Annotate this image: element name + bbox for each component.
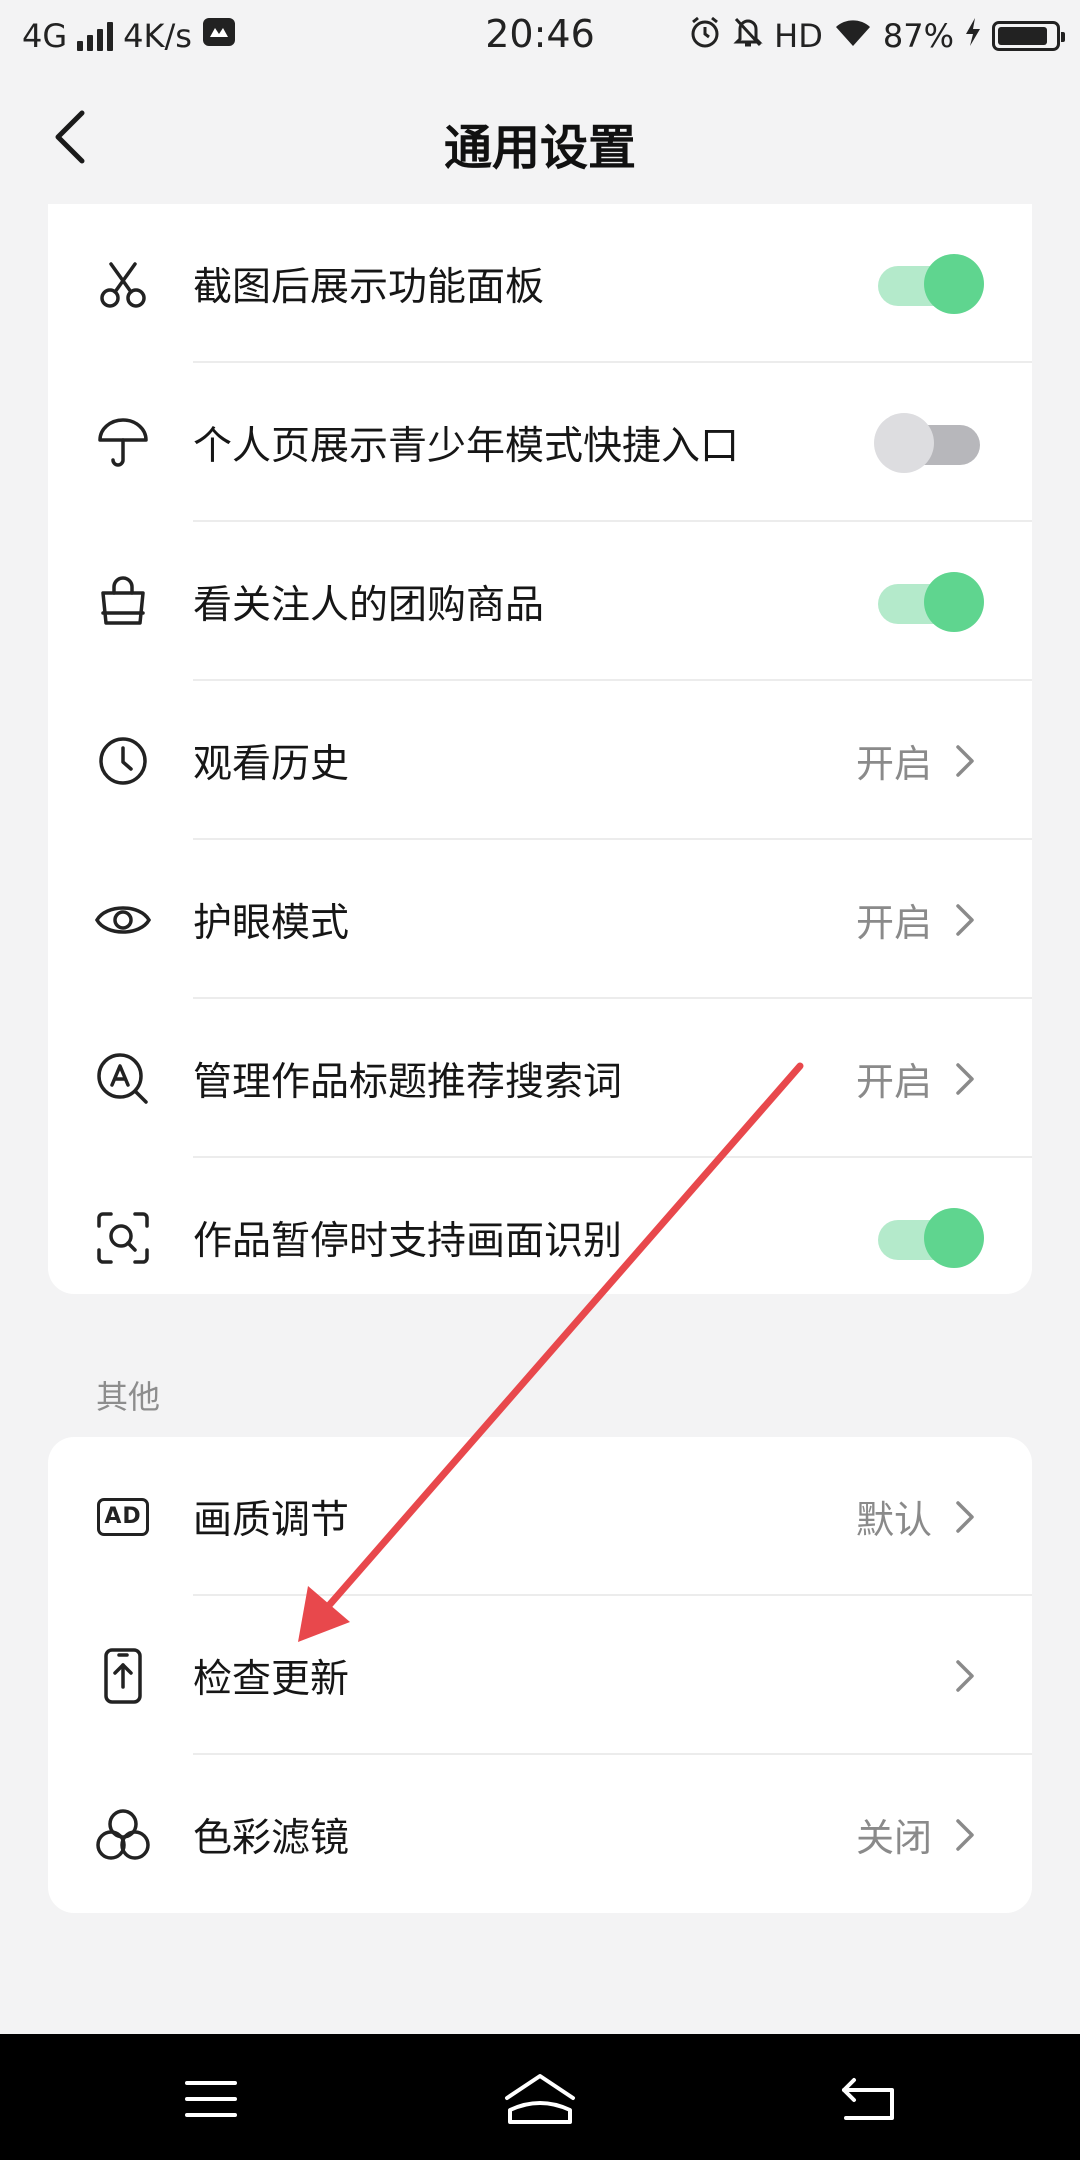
setting-row-screenshot-panel: 截图后展示功能面板 bbox=[48, 204, 1032, 363]
chevron-right-icon bbox=[952, 1817, 978, 1853]
chevron-right-icon bbox=[952, 1061, 978, 1097]
setting-value-group: 默认 bbox=[856, 1489, 978, 1544]
shopping-bag-icon bbox=[94, 573, 152, 631]
other-settings-card: AD 画质调节 默认 检查更新 色彩滤镜 关闭 bbox=[48, 1437, 1032, 1913]
chevron-right-icon bbox=[952, 1499, 978, 1535]
setting-label: 检查更新 bbox=[193, 1656, 350, 1702]
setting-row-teen-mode: 个人页展示青少年模式快捷入口 bbox=[48, 363, 1032, 522]
setting-label: 色彩滤镜 bbox=[193, 1815, 350, 1861]
bell-off-icon bbox=[732, 15, 764, 57]
setting-row-check-update[interactable]: 检查更新 bbox=[48, 1596, 1032, 1755]
setting-value-group bbox=[952, 1658, 978, 1694]
general-settings-card: 截图后展示功能面板 个人页展示青少年模式快捷入口 看关注人的团购商品 观看历史 … bbox=[48, 204, 1032, 1294]
setting-label: 作品暂停时支持画面识别 bbox=[193, 1218, 623, 1264]
status-bar: 4G 4K/s 20:46 HD 87% bbox=[0, 0, 1080, 72]
toggle-knob bbox=[924, 1207, 984, 1268]
setting-value-group: 关闭 bbox=[856, 1807, 978, 1862]
setting-row-eye-care[interactable]: 护眼模式 开启 bbox=[48, 840, 1032, 999]
hd-label: HD bbox=[774, 17, 823, 55]
toggle-knob bbox=[874, 412, 934, 473]
back-nav-icon bbox=[842, 2078, 894, 2120]
charging-icon bbox=[964, 17, 982, 55]
clock-icon bbox=[94, 732, 152, 790]
scissors-icon bbox=[94, 255, 152, 313]
system-nav-bar bbox=[0, 2034, 1080, 2160]
setting-value: 开启 bbox=[855, 742, 932, 786]
toggle-switch-off[interactable] bbox=[874, 411, 984, 475]
setting-label: 个人页展示青少年模式快捷入口 bbox=[193, 423, 740, 469]
status-right: HD 87% bbox=[688, 14, 1065, 58]
setting-row-color-filter[interactable]: 色彩滤镜 关闭 bbox=[48, 1755, 1032, 1913]
setting-label: 截图后展示功能面板 bbox=[193, 264, 545, 310]
setting-label: 观看历史 bbox=[193, 741, 350, 787]
home-button[interactable] bbox=[500, 2064, 580, 2134]
ad-icon: AD bbox=[94, 1488, 152, 1546]
setting-row-frame-recognition: 作品暂停时支持画面识别 bbox=[48, 1158, 1032, 1294]
setting-row-search-terms[interactable]: 管理作品标题推荐搜索词 开启 bbox=[48, 999, 1032, 1158]
alarm-icon bbox=[688, 15, 722, 57]
back-nav-button[interactable] bbox=[828, 2064, 908, 2134]
eye-icon bbox=[94, 891, 152, 949]
toggle-switch-on[interactable] bbox=[874, 570, 984, 634]
setting-value: 开启 bbox=[855, 1060, 932, 1104]
setting-row-group-buy: 看关注人的团购商品 bbox=[48, 522, 1032, 681]
ad-icon-text: AD bbox=[97, 1497, 149, 1536]
setting-value: 关闭 bbox=[855, 1816, 932, 1860]
scan-search-icon bbox=[94, 1209, 152, 1267]
toggle-knob bbox=[924, 253, 984, 314]
setting-label: 看关注人的团购商品 bbox=[193, 582, 545, 628]
wifi-icon bbox=[833, 16, 873, 56]
battery-fill bbox=[998, 27, 1047, 45]
setting-value: 默认 bbox=[855, 1498, 932, 1542]
section-label-other: 其他 bbox=[96, 1378, 161, 1416]
page-title: 通用设置 bbox=[443, 120, 636, 176]
setting-label: 管理作品标题推荐搜索词 bbox=[193, 1059, 623, 1105]
phone-update-icon bbox=[94, 1647, 152, 1705]
umbrella-icon bbox=[94, 414, 152, 472]
battery-percent: 87% bbox=[882, 17, 954, 55]
setting-row-watch-history[interactable]: 观看历史 开启 bbox=[48, 681, 1032, 840]
menu-button[interactable] bbox=[171, 2064, 251, 2134]
chevron-right-icon bbox=[952, 743, 978, 779]
chevron-right-icon bbox=[952, 1658, 978, 1694]
header: 通用设置 bbox=[0, 72, 1080, 202]
setting-label: 护眼模式 bbox=[193, 900, 350, 946]
toggle-knob bbox=[924, 571, 984, 632]
toggle-switch-on[interactable] bbox=[874, 252, 984, 316]
toggle-switch-on[interactable] bbox=[874, 1206, 984, 1270]
setting-row-video-quality[interactable]: AD 画质调节 默认 bbox=[48, 1437, 1032, 1596]
home-icon bbox=[505, 2074, 575, 2124]
setting-value: 开启 bbox=[855, 901, 932, 945]
battery-icon bbox=[992, 21, 1065, 51]
search-a-icon bbox=[94, 1050, 152, 1108]
menu-icon bbox=[185, 2081, 237, 2117]
setting-label: 画质调节 bbox=[193, 1497, 350, 1543]
setting-value-group: 开启 bbox=[856, 1051, 978, 1106]
setting-value-group: 开启 bbox=[856, 733, 978, 788]
chevron-right-icon bbox=[952, 902, 978, 938]
setting-value-group: 开启 bbox=[856, 892, 978, 947]
color-filter-icon bbox=[94, 1806, 152, 1864]
